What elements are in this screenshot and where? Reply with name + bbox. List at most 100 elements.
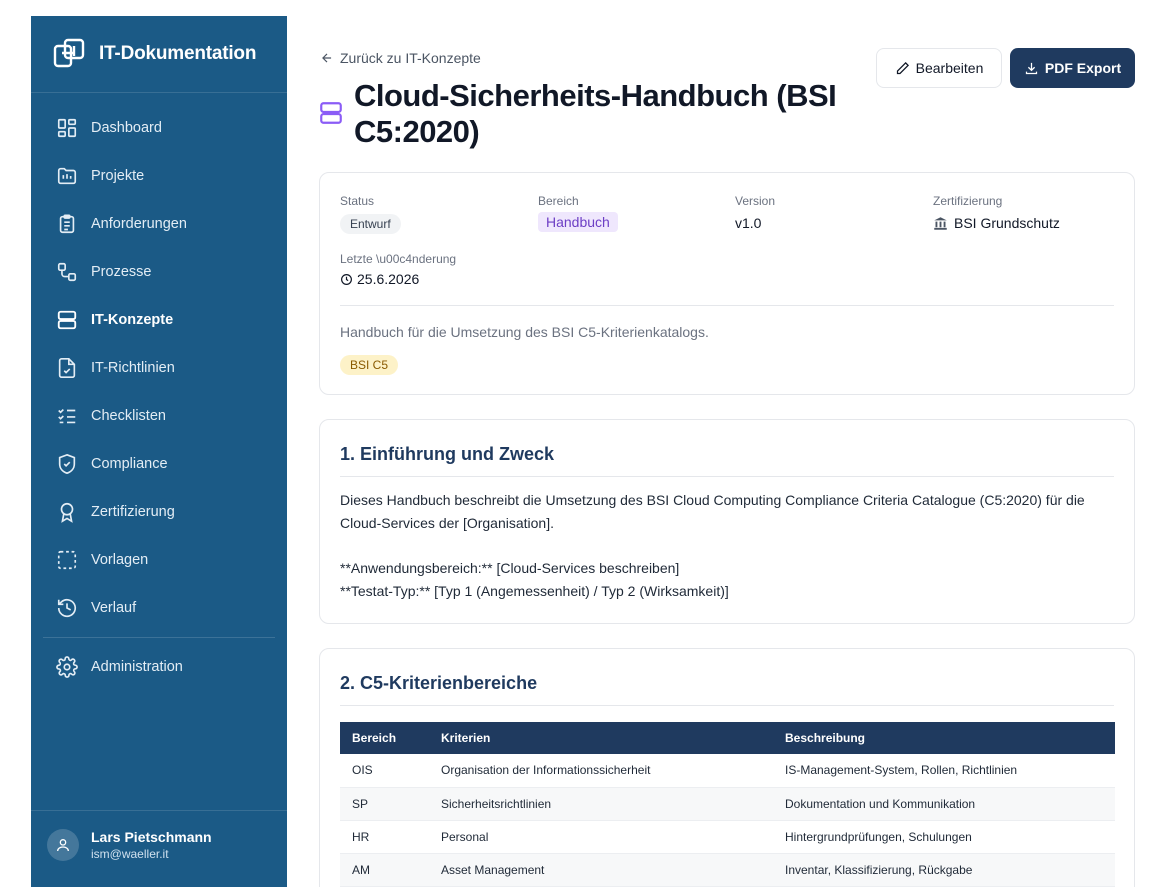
shield-check-icon	[55, 452, 79, 476]
sidebar-item-label: Vorlagen	[91, 552, 149, 568]
pdf-export-button-label: PDF Export	[1044, 60, 1122, 76]
institution-icon	[934, 216, 947, 230]
sidebar: IT-Dokumentation Dashboard Projekte Anfo…	[31, 16, 287, 887]
list-checks-icon	[55, 404, 79, 428]
description: Handbuch für die Umsetzung des BSI C5-Kr…	[340, 324, 709, 340]
table-row: AM Asset Management Inventar, Klassifizi…	[340, 853, 1115, 887]
sidebar-item-verlauf[interactable]: Verlauf	[31, 584, 287, 632]
column-header: Kriterien	[429, 722, 773, 754]
sidebar-item-prozesse[interactable]: Prozesse	[31, 248, 287, 296]
sidebar-item-label: Dashboard	[91, 120, 162, 136]
divider	[340, 705, 1114, 706]
metadata-card: Status Entwurf Bereich Handbuch Version …	[319, 172, 1135, 395]
area-badge: Handbuch	[538, 212, 618, 232]
sidebar-item-administration[interactable]: Administration	[31, 643, 287, 691]
version-value: v1.0	[735, 215, 762, 231]
sidebar-item-label: IT-Richtlinien	[91, 360, 175, 376]
sidebar-item-anforderungen[interactable]: Anforderungen	[31, 200, 287, 248]
paragraph: Dieses Handbuch beschreibt die Umsetzung…	[340, 492, 1085, 531]
last-change-value: 25.6.2026	[357, 271, 420, 287]
sidebar-item-checklisten[interactable]: Checklisten	[31, 392, 287, 440]
table-cell: SP	[340, 787, 429, 821]
table-header-row: Bereich Kriterien Beschreibung	[340, 722, 1115, 754]
table-cell: Organisation der Informationssicherheit	[429, 754, 773, 788]
logo-icon	[53, 38, 85, 68]
section-body: Dieses Handbuch beschreibt die Umsetzung…	[340, 489, 1116, 603]
sidebar-item-projekte[interactable]: Projekte	[31, 152, 287, 200]
arrow-left-icon	[322, 53, 332, 63]
avatar	[47, 829, 79, 861]
app-title: IT-Dokumentation	[99, 43, 257, 64]
section-title: 1. Einführung und Zweck	[340, 444, 555, 464]
clock-icon	[341, 273, 352, 285]
sidebar-item-label: Verlauf	[91, 600, 137, 616]
pencil-icon	[896, 61, 909, 74]
clipboard-list-icon	[55, 212, 79, 236]
table-row: SP Sicherheitsrichtlinien Dokumentation …	[340, 787, 1115, 821]
table-cell: Sicherheitsrichtlinien	[429, 787, 773, 821]
brand[interactable]: IT-Dokumentation	[31, 16, 287, 93]
sidebar-item-label: IT-Konzepte	[91, 312, 174, 328]
sidebar-item-compliance[interactable]: Compliance	[31, 440, 287, 488]
area-label: Bereich	[538, 194, 579, 208]
server-icon	[55, 308, 79, 332]
section-title: 2. C5-Kriterienbereiche	[340, 673, 538, 693]
paragraph: **Testat-Typ:** [Typ 1 (Angemessenheit) …	[340, 583, 729, 599]
pdf-export-button[interactable]: PDF Export	[1010, 48, 1135, 88]
column-header: Bereich	[340, 722, 429, 754]
table-cell: Dokumentation und Kommunikation	[773, 787, 1115, 821]
server-icon	[320, 102, 342, 124]
last-change-label: Letzte \u00c4nderung	[340, 252, 457, 266]
table-cell: AM	[340, 853, 429, 887]
table-cell: Asset Management	[429, 853, 773, 887]
status-label: Status	[340, 194, 375, 208]
table-row: OIS Organisation der Informationssicherh…	[340, 754, 1115, 788]
sidebar-item-it-richtlinien[interactable]: IT-Richtlinien	[31, 344, 287, 392]
table-cell: HR	[340, 820, 429, 854]
user-icon	[57, 839, 69, 852]
sidebar-item-dashboard[interactable]: Dashboard	[31, 104, 287, 152]
history-icon	[55, 596, 79, 620]
status-badge: Entwurf	[340, 214, 401, 234]
user-profile[interactable]: Lars Pietschmann ism@waeller.it	[31, 810, 287, 887]
sidebar-item-label: Prozesse	[91, 264, 152, 280]
sidebar-divider	[43, 637, 275, 638]
divider	[340, 305, 1114, 306]
section-introduction: 1. Einführung und Zweck Dieses Handbuch …	[319, 419, 1135, 624]
sidebar-item-label: Projekte	[91, 168, 145, 184]
column-header: Beschreibung	[773, 722, 1115, 754]
sidebar-item-zertifizierung[interactable]: Zertifizierung	[31, 488, 287, 536]
edit-button-label: Bearbeiten	[915, 60, 984, 76]
sidebar-item-label: Administration	[91, 659, 183, 675]
title-row: Cloud-Sicherheits-Handbuch (BSI C5:2020)	[318, 78, 854, 150]
page-title: Cloud-Sicherheits-Handbuch (BSI C5:2020)	[354, 78, 837, 149]
gear-icon	[55, 655, 79, 679]
download-icon	[1025, 62, 1037, 74]
table-cell: Inventar, Klassifizierung, Rückgabe	[773, 853, 1115, 887]
back-link-label: Zurück zu IT-Konzepte	[340, 50, 481, 66]
folder-chart-icon	[55, 164, 79, 188]
sidebar-item-it-konzepte[interactable]: IT-Konzepte	[31, 296, 287, 344]
file-check-icon	[55, 356, 79, 380]
edit-button[interactable]: Bearbeiten	[876, 48, 1002, 88]
dashed-square-icon	[55, 548, 79, 572]
dashboard-icon	[55, 116, 79, 140]
table-cell: IS-Management-System, Rollen, Richtlinie…	[773, 754, 1115, 788]
divider	[340, 476, 1114, 477]
workflow-icon	[55, 260, 79, 284]
tag-badge: BSI C5	[340, 355, 399, 375]
certification-value: BSI Grundschutz	[954, 215, 1060, 231]
sidebar-item-vorlagen[interactable]: Vorlagen	[31, 536, 287, 584]
back-link[interactable]: Zurück zu IT-Konzepte	[320, 50, 481, 66]
sidebar-item-label: Checklisten	[91, 408, 166, 424]
paragraph: **Anwendungsbereich:** [Cloud-Services b…	[340, 560, 680, 576]
certification-label: Zertifizierung	[933, 194, 1003, 208]
criteria-table: Bereich Kriterien Beschreibung OIS Organ…	[340, 722, 1115, 887]
sidebar-item-label: Compliance	[91, 456, 168, 472]
sidebar-item-label: Zertifizierung	[91, 504, 175, 520]
sidebar-nav: Dashboard Projekte Anforderungen Prozess…	[31, 93, 287, 691]
user-email: ism@waeller.it	[91, 847, 169, 861]
table-row: HR Personal Hintergrundprüfungen, Schulu…	[340, 820, 1115, 854]
table-cell: OIS	[340, 754, 429, 788]
sidebar-item-label: Anforderungen	[91, 216, 187, 232]
